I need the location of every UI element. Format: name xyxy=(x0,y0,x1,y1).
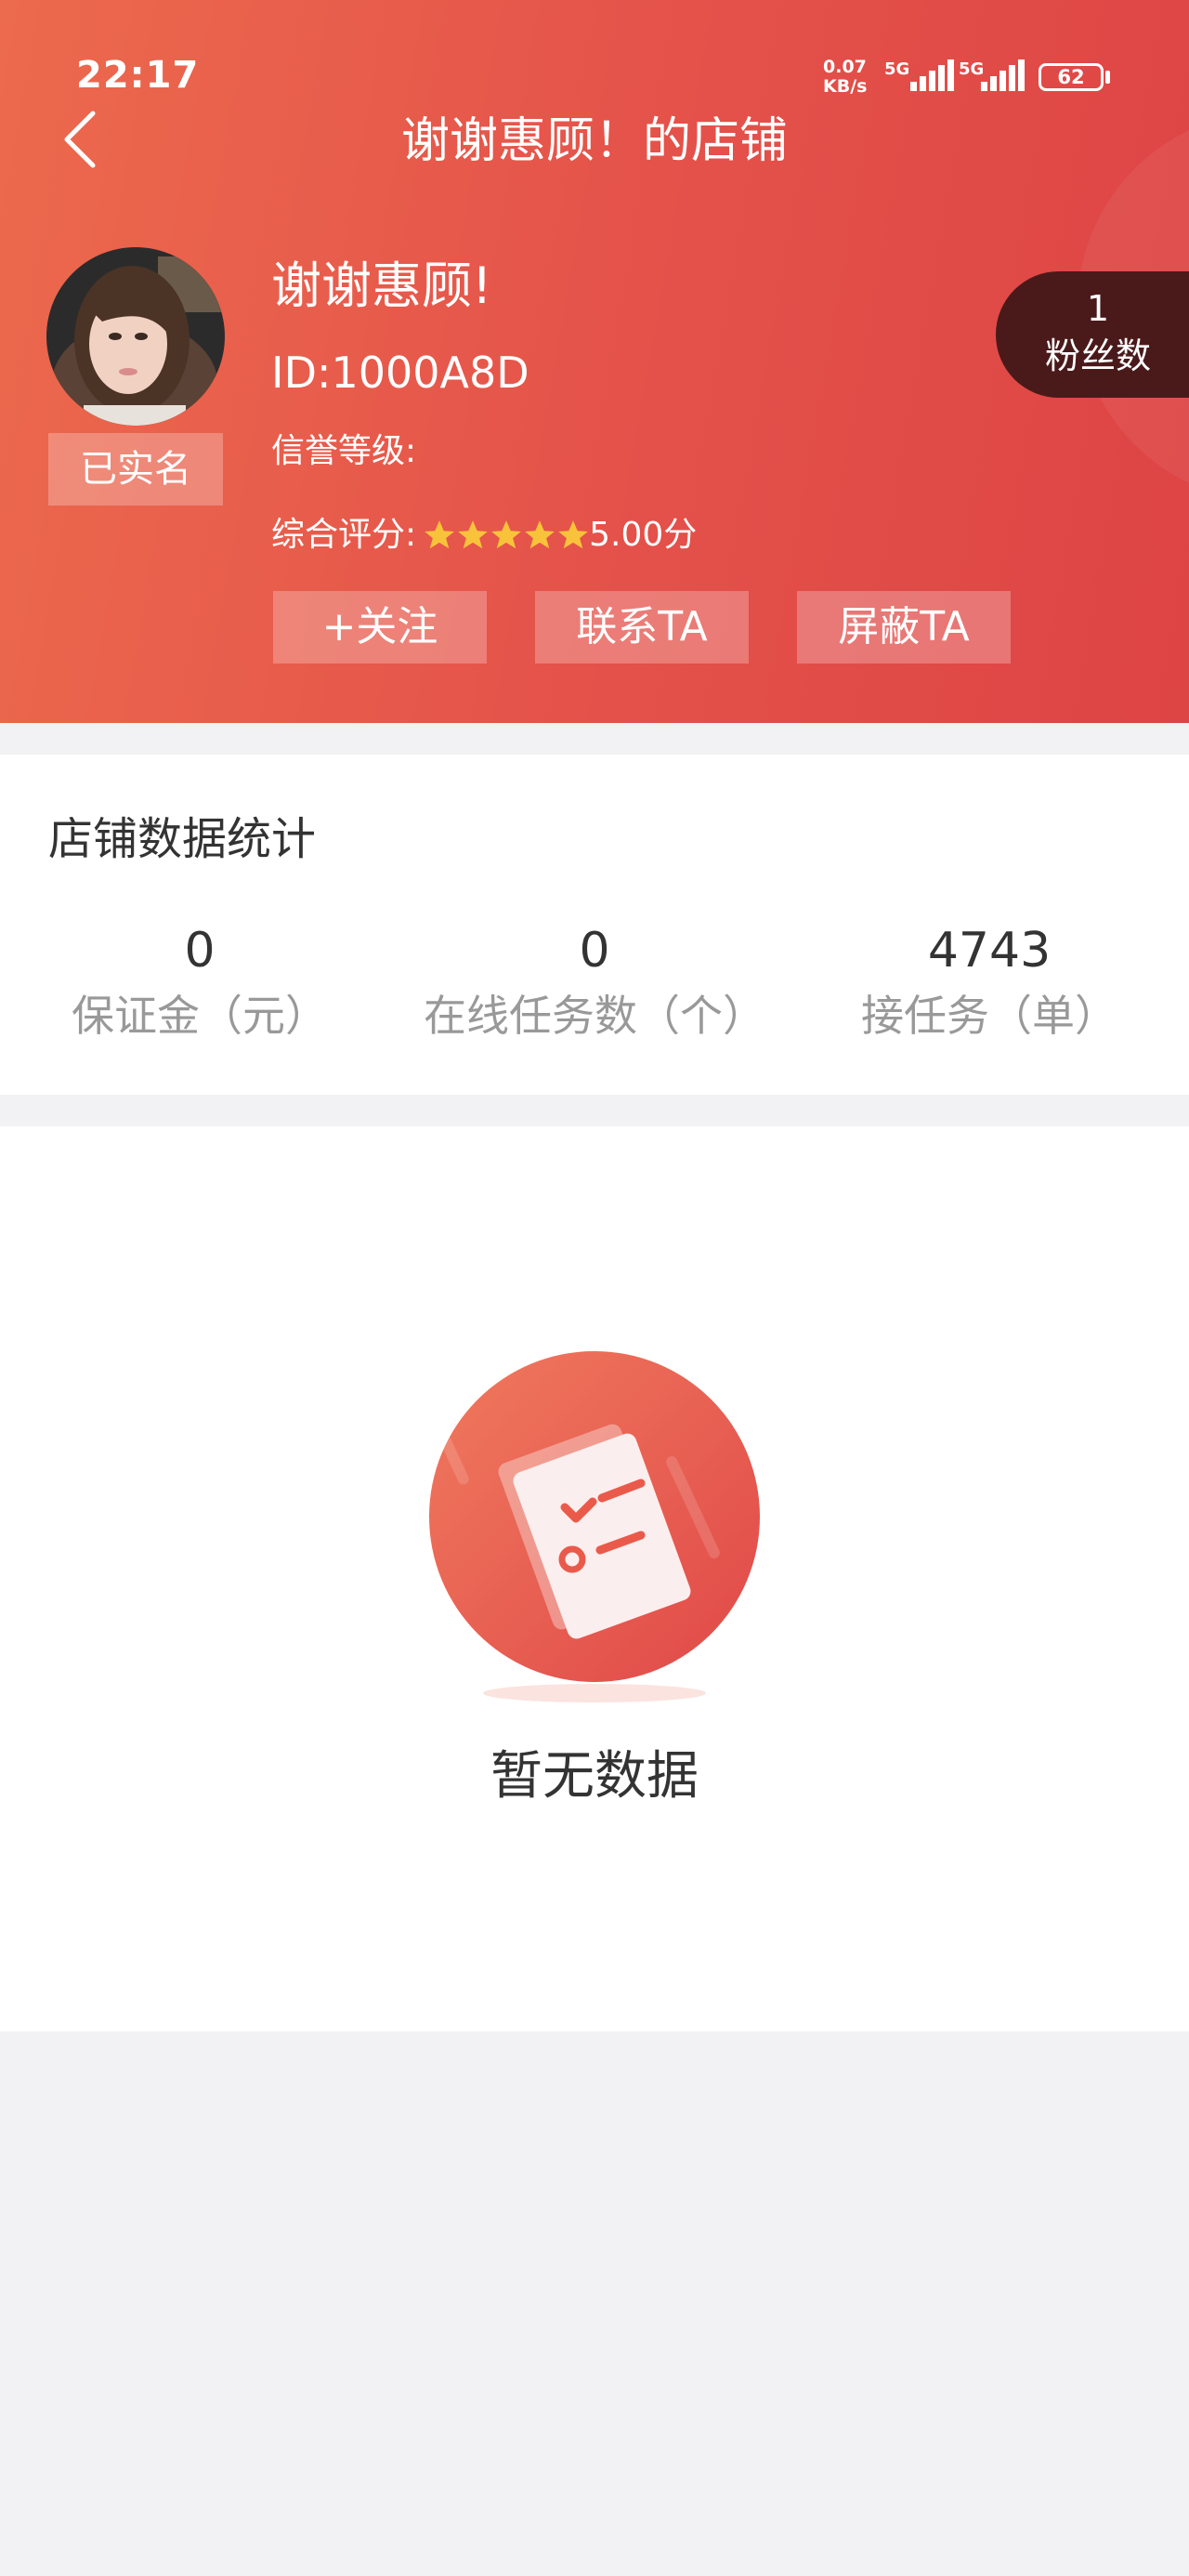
block-button[interactable]: 屏蔽TA xyxy=(797,591,1011,664)
stat-accepted-tasks: 4743 接任务（单） xyxy=(790,918,1189,1048)
shop-id: ID:1000A8D xyxy=(271,348,529,398)
stat-label: 接任务（单） xyxy=(861,991,1117,1041)
shop-name: 谢谢惠顾! xyxy=(271,256,492,315)
stat-value: 0 xyxy=(579,923,610,979)
rating-score: 5.00分 xyxy=(589,516,698,554)
stat-label: 保证金（元） xyxy=(72,991,328,1041)
battery-icon: 62 xyxy=(1039,63,1104,91)
stat-value: 4743 xyxy=(927,923,1052,979)
network-speed-value: 0.07 xyxy=(823,57,867,77)
stats-title: 店铺数据统计 xyxy=(48,813,317,865)
signal-2-label: 5G xyxy=(959,59,985,79)
fans-label: 粉丝数 xyxy=(1044,335,1151,376)
star-icon xyxy=(425,520,454,549)
star-icon xyxy=(525,520,555,549)
network-speed: 0.07 KB/s xyxy=(823,58,879,97)
follow-button[interactable]: +关注 xyxy=(273,591,487,664)
empty-document-icon xyxy=(419,1351,760,1702)
avatar[interactable] xyxy=(46,247,225,426)
avatar-photo xyxy=(46,247,225,426)
fans-badge[interactable]: 1 粉丝数 xyxy=(996,271,1189,398)
star-icon xyxy=(491,520,521,549)
stat-value: 0 xyxy=(184,923,216,979)
rating-stars xyxy=(422,518,589,553)
network-speed-unit: KB/s xyxy=(823,76,868,97)
verified-badge: 已实名 xyxy=(48,433,223,506)
credit-level-label: 信誉等级: xyxy=(271,432,417,470)
rating-row: 综合评分: 5.00分 xyxy=(271,507,697,563)
stat-label: 在线任务数（个） xyxy=(424,991,765,1041)
empty-state-text: 暂无数据 xyxy=(490,1746,699,1807)
stat-deposit: 0 保证金（元） xyxy=(0,918,399,1048)
rating-label: 综合评分: xyxy=(271,516,417,554)
page-title: 谢谢惠顾！的店铺 xyxy=(400,113,788,169)
status-time: 22:17 xyxy=(76,54,200,97)
star-icon xyxy=(558,520,588,549)
battery-tip xyxy=(1105,71,1110,84)
star-icon xyxy=(458,520,488,549)
task-list-empty-state: 暂无数据 xyxy=(0,1126,1189,2031)
signal-1-label: 5G xyxy=(884,59,910,79)
shop-header: 22:17 0.07 KB/s 5G 5G 62 谢谢惠顾！的店铺 已实名 谢谢… xyxy=(0,0,1189,723)
contact-button[interactable]: 联系TA xyxy=(535,591,749,664)
fans-count: 1 xyxy=(1086,288,1110,329)
shop-stats-card: 店铺数据统计 0 保证金（元） 0 在线任务数（个） 4743 接任务（单） xyxy=(0,755,1189,1095)
stat-online-tasks: 0 在线任务数（个） xyxy=(395,918,794,1048)
